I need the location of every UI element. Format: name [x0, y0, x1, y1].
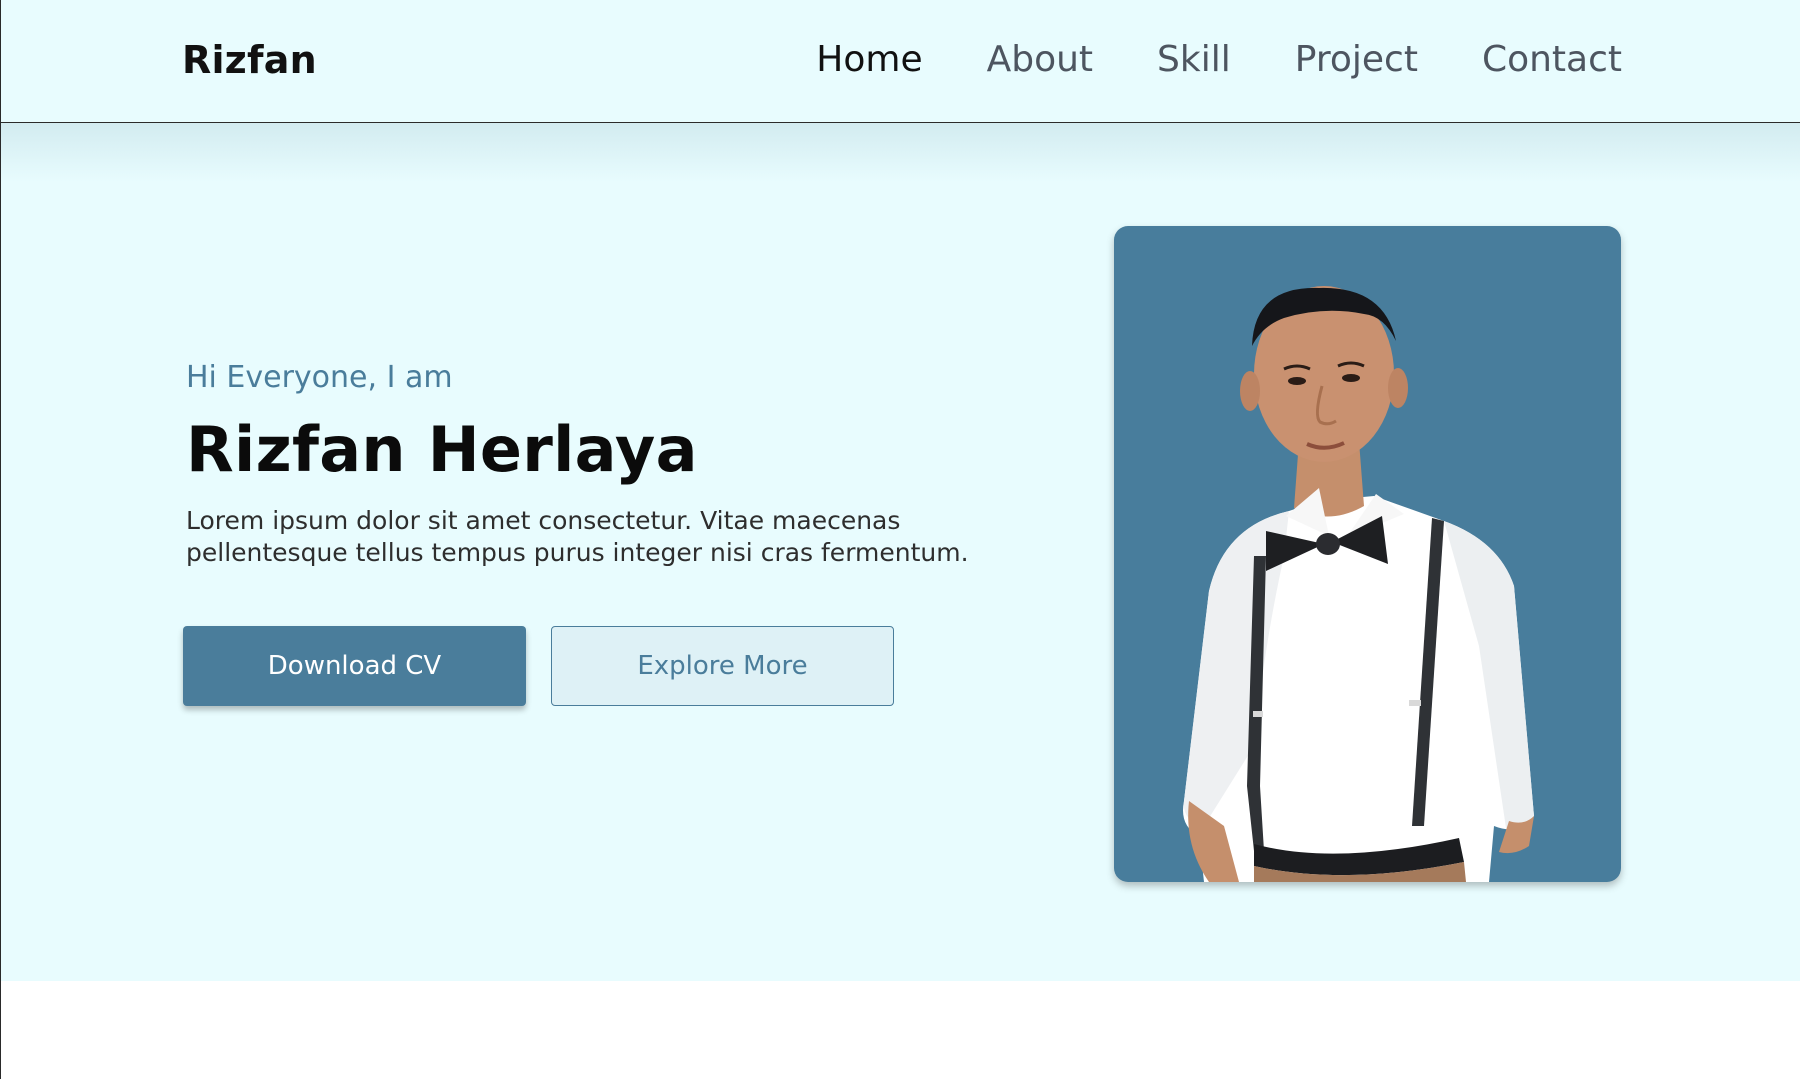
- brand-logo[interactable]: Rizfan: [182, 38, 317, 82]
- explore-more-button[interactable]: Explore More: [551, 626, 894, 706]
- nav-item-about[interactable]: About: [987, 38, 1093, 82]
- hero-description: Lorem ipsum dolor sit amet consectetur. …: [186, 506, 969, 567]
- download-cv-button[interactable]: Download CV: [183, 626, 526, 706]
- portrait-illustration: [1183, 286, 1534, 882]
- navbar: Rizfan Home About Skill Project Contact: [1, 0, 1800, 123]
- header-shadow: [1, 123, 1800, 183]
- nav-item-contact[interactable]: Contact: [1482, 38, 1622, 82]
- nav-item-skill[interactable]: Skill: [1157, 38, 1231, 82]
- profile-photo: [1114, 226, 1621, 882]
- main-nav: Home About Skill Project Contact: [816, 38, 1622, 82]
- page-bottom: [1, 981, 1800, 1079]
- nav-item-home[interactable]: Home: [816, 38, 922, 82]
- hero-greeting: Hi Everyone, I am: [186, 360, 453, 395]
- hero-section: Hi Everyone, I am Rizfan Herlaya Lorem i…: [1, 123, 1800, 981]
- nav-item-project[interactable]: Project: [1295, 38, 1418, 82]
- hero-name: Rizfan Herlaya: [186, 413, 698, 486]
- page: Rizfan Home About Skill Project Contact …: [0, 0, 1800, 1079]
